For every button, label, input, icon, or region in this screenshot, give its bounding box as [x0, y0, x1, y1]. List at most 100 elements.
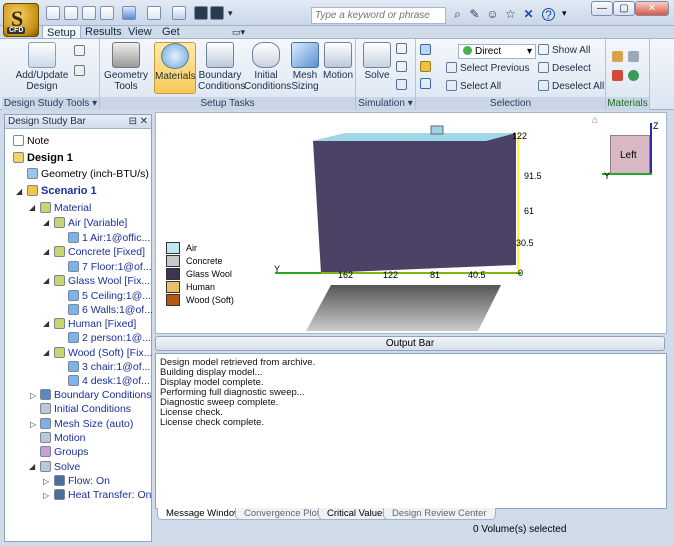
tree-item-motion[interactable]: Motion — [40, 431, 86, 445]
solve-button[interactable]: Solve — [362, 42, 392, 81]
tree-item-concrete[interactable]: Concrete [Fixed] — [54, 245, 145, 259]
tab-get-started[interactable]: Get Started — [158, 25, 201, 52]
help-icon[interactable]: ? — [542, 8, 555, 22]
save-as-icon[interactable] — [100, 6, 114, 20]
group-label[interactable]: Design Study Tools ▾ — [2, 97, 99, 110]
people-icon[interactable]: ☺ — [486, 8, 499, 21]
tree-item-initial-conditions[interactable]: Initial Conditions — [40, 402, 131, 416]
geometry-tools-button[interactable]: Geometry Tools — [104, 42, 148, 92]
help-dropdown-icon[interactable]: ▾ — [562, 8, 567, 19]
undo-icon[interactable] — [122, 6, 136, 20]
close-button[interactable]: ✕ — [635, 1, 669, 16]
sim-option-icon-1[interactable] — [396, 43, 410, 56]
output-bar-header[interactable]: Output Bar — [155, 336, 665, 351]
sim-option-icon-2[interactable] — [396, 61, 410, 74]
select-previous-button[interactable]: Select Previous — [446, 62, 529, 75]
tree-item-human[interactable]: Human [Fixed] — [54, 317, 136, 331]
tree-item-floor-part[interactable]: 7 Floor:1@of... — [68, 260, 152, 274]
collapse-arrow-icon[interactable]: ◢ — [29, 462, 35, 471]
expand-arrow-icon[interactable]: ▷ — [43, 477, 49, 486]
tab-view[interactable]: View — [124, 25, 156, 39]
tab-results[interactable]: Results — [81, 25, 126, 39]
material-tool-icon[interactable] — [628, 51, 642, 64]
collapse-arrow-icon[interactable]: ◢ — [29, 203, 35, 212]
tools-icon[interactable]: ✎ — [468, 8, 481, 21]
edit-material-icon[interactable] — [612, 51, 626, 64]
display-icon[interactable] — [210, 6, 224, 20]
collapse-arrow-icon[interactable]: ◢ — [43, 218, 49, 227]
collapse-arrow-icon[interactable]: ◢ — [43, 319, 49, 328]
tab-convergence-plot[interactable]: Convergence Plot — [235, 508, 329, 520]
mesh-sizing-button[interactable]: Mesh Sizing — [290, 42, 320, 92]
tree-item-desk-part[interactable]: 4 desk:1@of... — [68, 374, 150, 388]
add-update-design-button[interactable]: Add/Update Design — [14, 42, 70, 92]
toolbar-icon[interactable] — [194, 6, 208, 20]
tree-item-air-part[interactable]: 1 Air:1@offic... — [68, 231, 150, 245]
search-input[interactable] — [311, 7, 446, 24]
dock-icon[interactable]: ⊟ — [129, 115, 137, 129]
initial-conditions-button[interactable]: Initial Conditions — [244, 42, 291, 92]
material-list-icon[interactable] — [612, 70, 626, 83]
show-all-button[interactable]: Show All — [538, 44, 590, 57]
close-panel-icon[interactable]: ✕ — [140, 115, 148, 129]
home-view-icon[interactable]: ⌂ — [592, 115, 598, 126]
star-icon[interactable]: ☆ — [504, 8, 517, 21]
expand-arrow-icon[interactable]: ▷ — [43, 491, 49, 500]
select-mode-icon-1[interactable] — [420, 44, 434, 57]
model-viewport[interactable]: 122 91.5 61 30.5 0 162 122 81 40.5 Y Air… — [155, 112, 667, 334]
collapse-arrow-icon[interactable]: ◢ — [43, 247, 49, 256]
application-menu-button[interactable]: S CFD — [3, 3, 39, 37]
window-icon[interactable] — [172, 6, 186, 20]
tree-item-heat-transfer[interactable]: Heat Transfer: On — [54, 488, 151, 502]
exchange-icon[interactable]: ✕ — [522, 8, 535, 21]
tree-item-walls-part[interactable]: 6 Walls:1@of... — [68, 303, 153, 317]
minimize-button[interactable]: — — [591, 1, 613, 16]
select-mode-icon-3[interactable] — [420, 78, 434, 91]
boundary-conditions-button[interactable]: Boundary Conditions — [198, 42, 245, 92]
tree-item-wood[interactable]: Wood (Soft) [Fix... — [54, 346, 152, 360]
new-file-icon[interactable] — [46, 6, 60, 20]
redo-icon[interactable] — [147, 6, 161, 20]
tree-item-geometry[interactable]: Geometry (inch-BTU/s) — [27, 167, 149, 181]
design-tool-icon-1[interactable] — [74, 45, 88, 58]
tab-design-review-center[interactable]: Design Review Center — [383, 508, 496, 520]
materials-button[interactable]: Materials — [154, 42, 196, 94]
tree-item-note[interactable]: Note — [13, 134, 49, 148]
deselect-all-button[interactable]: Deselect All — [538, 80, 604, 93]
group-label[interactable]: Simulation ▾ — [356, 97, 415, 110]
tree-item-scenario[interactable]: Scenario 1 — [27, 184, 97, 198]
motion-button[interactable]: Motion — [322, 42, 354, 81]
maximize-button[interactable]: ▢ — [613, 1, 635, 16]
tree-item-solve[interactable]: Solve — [40, 460, 80, 474]
select-all-button[interactable]: Select All — [446, 80, 501, 93]
part-icon — [68, 304, 79, 315]
design-tool-icon-2[interactable] — [74, 65, 88, 78]
expand-arrow-icon[interactable]: ▷ — [30, 420, 36, 429]
collapse-arrow-icon[interactable]: ◢ — [16, 187, 22, 196]
tree-item-design[interactable]: Design 1 — [13, 151, 73, 165]
save-icon[interactable] — [82, 6, 96, 20]
tree-item-flow[interactable]: Flow: On — [54, 474, 110, 488]
tree-item-ceiling-part[interactable]: 5 Ceiling:1@... — [68, 289, 151, 303]
collapse-arrow-icon[interactable]: ◢ — [43, 348, 49, 357]
view-cube[interactable]: Left — [610, 135, 650, 175]
collapse-arrow-icon[interactable]: ◢ — [43, 276, 49, 285]
tree-item-person-part[interactable]: 2 person:1@... — [68, 331, 151, 345]
tree-item-groups[interactable]: Groups — [40, 445, 88, 459]
globe-icon[interactable] — [628, 70, 642, 83]
tree-item-material[interactable]: Material — [40, 201, 91, 215]
tree-item-boundary-conditions[interactable]: Boundary Conditions — [40, 388, 151, 402]
tree-item-chair-part[interactable]: 3 chair:1@of... — [68, 360, 150, 374]
qat-dropdown-icon[interactable]: ▾ — [228, 8, 233, 19]
binoculars-icon[interactable]: ⌕ — [451, 8, 464, 21]
tree-item-glass-wool[interactable]: Glass Wool [Fix... — [54, 274, 150, 288]
tree-item-mesh-size[interactable]: Mesh Size (auto) — [40, 417, 133, 431]
select-mode-icon-2[interactable] — [420, 61, 434, 74]
open-folder-icon[interactable] — [64, 6, 78, 20]
tree-item-air[interactable]: Air [Variable] — [54, 216, 127, 230]
sim-option-icon-3[interactable] — [396, 79, 410, 92]
expand-arrow-icon[interactable]: ▷ — [30, 391, 36, 400]
selection-mode-select[interactable]: Direct ▾ — [458, 44, 536, 59]
ribbon-options-icon[interactable]: ▭▾ — [228, 25, 249, 39]
deselect-button[interactable]: Deselect — [538, 62, 591, 75]
